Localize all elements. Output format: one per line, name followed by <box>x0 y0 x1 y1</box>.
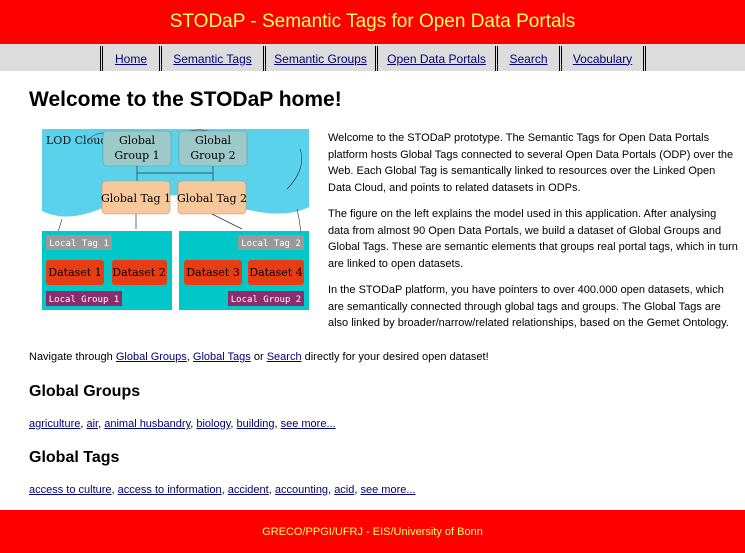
intro-paragraph: Welcome to the STODaP prototype. The Sem… <box>328 132 734 194</box>
global-group-2-line1: Global <box>195 134 232 147</box>
tag-link[interactable]: acid <box>334 484 354 496</box>
global-tags-link[interactable]: Global Tags <box>193 351 251 363</box>
group-link[interactable]: biology <box>196 418 230 430</box>
nav-item-open-data-portals[interactable]: Open Data Portals <box>375 46 495 71</box>
navigate-suffix: directly for your desired open dataset! <box>301 351 489 363</box>
navigate-prefix: Navigate through <box>29 351 116 363</box>
local-group-1-label: Local Group 1 <box>49 295 119 305</box>
global-tag-1-label: Global Tag 1 <box>101 192 171 205</box>
nav-link-home[interactable]: Home <box>115 52 147 66</box>
tag-link[interactable]: access to culture <box>29 484 112 496</box>
dataset-1-label: Dataset 1 <box>48 266 101 279</box>
global-groups-list: agriculture, air, animal husbandry, biol… <box>29 418 336 430</box>
dataset-3-label: Dataset 3 <box>186 266 239 279</box>
footer-text: GRECO/PPGI/UFRJ - EIS/University of Bonn <box>262 525 483 538</box>
main-nav: Home Semantic Tags Semantic Groups Open … <box>0 44 745 71</box>
tags-see-more-link[interactable]: see more... <box>361 484 416 496</box>
group-link[interactable]: building <box>237 418 275 430</box>
site-footer: GRECO/PPGI/UFRJ - EIS/University of Bonn <box>0 510 745 553</box>
global-group-2-line2: Group 2 <box>190 149 235 162</box>
local-tag-1-label: Local Tag 1 <box>49 239 109 249</box>
search-link[interactable]: Search <box>267 351 302 363</box>
tag-link[interactable]: accident <box>228 484 269 496</box>
nav-item-vocabulary[interactable]: Vocabulary <box>559 46 646 71</box>
model-figure: LOD Cloud Global Group 1 Global Group 2 … <box>42 129 309 310</box>
nav-item-semantic-tags[interactable]: Semantic Tags <box>159 46 263 71</box>
global-tag-2-label: Global Tag 2 <box>177 192 247 205</box>
dataset-2-label: Dataset 2 <box>112 266 165 279</box>
intro-paragraph: The figure on the left explains the mode… <box>328 208 738 270</box>
page-title: Welcome to the STODaP home! <box>29 88 342 111</box>
navigate-sep2: or <box>250 351 267 363</box>
intro-paragraph: In the STODaP platform, you have pointer… <box>328 284 729 329</box>
dataset-4-label: Dataset 4 <box>249 266 302 279</box>
global-groups-heading: Global Groups <box>29 383 141 400</box>
nav-link-semantic-tags[interactable]: Semantic Tags <box>173 52 252 66</box>
group-link[interactable]: air <box>86 418 98 430</box>
navigate-hint: Navigate through Global Groups, Global T… <box>29 351 489 363</box>
nav-link-search[interactable]: Search <box>509 52 547 66</box>
local-group-2-label: Local Group 2 <box>231 295 301 305</box>
global-groups-link[interactable]: Global Groups <box>116 351 187 363</box>
global-group-1-line1: Global <box>119 134 156 147</box>
site-title: STODaP - Semantic Tags for Open Data Por… <box>169 11 576 32</box>
tag-link[interactable]: access to information <box>118 484 222 496</box>
nav-item-search[interactable]: Search <box>495 46 559 71</box>
group-link[interactable]: agriculture <box>29 418 80 430</box>
lod-cloud-label: LOD Cloud <box>46 134 107 147</box>
tag-link[interactable]: accounting <box>275 484 328 496</box>
site-header: STODaP - Semantic Tags for Open Data Por… <box>0 0 745 44</box>
groups-see-more-link[interactable]: see more... <box>281 418 336 430</box>
nav-link-open-data-portals[interactable]: Open Data Portals <box>387 52 486 66</box>
global-tags-heading: Global Tags <box>29 449 120 466</box>
nav-item-semantic-groups[interactable]: Semantic Groups <box>263 46 375 71</box>
nav-item-home[interactable]: Home <box>100 46 159 71</box>
global-tags-list: access to culture, access to information… <box>29 484 416 496</box>
intro-text: Welcome to the STODaP prototype. The Sem… <box>328 130 738 342</box>
group-link[interactable]: animal husbandry <box>104 418 190 430</box>
global-group-1-line2: Group 1 <box>114 149 159 162</box>
nav-link-vocabulary[interactable]: Vocabulary <box>573 52 632 66</box>
nav-link-semantic-groups[interactable]: Semantic Groups <box>274 52 367 66</box>
local-tag-2-label: Local Tag 2 <box>241 239 301 249</box>
